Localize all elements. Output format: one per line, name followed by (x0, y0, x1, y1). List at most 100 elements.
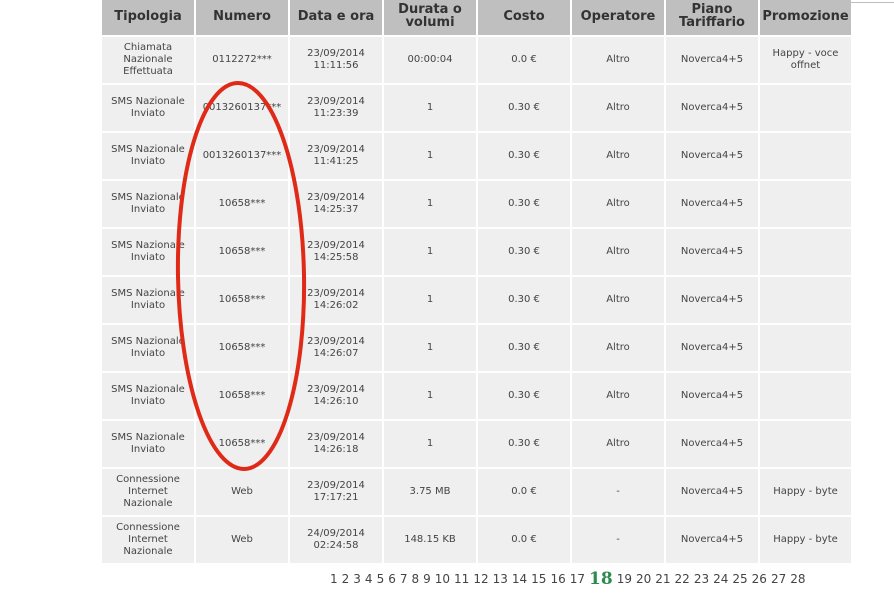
cell-operatore: Altro (572, 181, 664, 227)
cell-tipologia: Connessione Internet Nazionale (102, 469, 194, 515)
page-link[interactable]: 26 (752, 569, 767, 589)
cell-durata: 1 (384, 85, 476, 131)
page-link[interactable]: 16 (550, 569, 565, 589)
cell-promozione (760, 277, 851, 323)
page-link[interactable]: 28 (790, 569, 805, 589)
cell-piano: Noverca4+5 (666, 277, 758, 323)
cell-tipologia: SMS Nazionale Inviato (102, 133, 194, 179)
page-link[interactable]: 14 (512, 569, 527, 589)
cell-data-e-ora: 23/09/2014 14:25:37 (290, 181, 382, 227)
header-promozione: Promozione (760, 0, 851, 35)
cell-promozione (760, 421, 851, 467)
cell-tipologia: SMS Nazionale Inviato (102, 85, 194, 131)
cell-promozione (760, 325, 851, 371)
page-link[interactable]: 10 (435, 569, 450, 589)
page-link[interactable]: 25 (732, 569, 747, 589)
page-link[interactable]: 5 (377, 569, 385, 589)
cell-numero: Web (196, 469, 288, 515)
table-row: SMS Nazionale Inviato 10658*** 23/09/2014 … (102, 229, 851, 275)
cell-numero: 0013260137*** (196, 85, 288, 131)
page-link[interactable]: 2 (342, 569, 350, 589)
page-link[interactable]: 3 (353, 569, 361, 589)
cell-durata: 1 (384, 277, 476, 323)
cell-promozione: Happy - byte (760, 469, 851, 515)
cell-durata: 1 (384, 325, 476, 371)
cell-numero: 10658*** (196, 373, 288, 419)
page-link[interactable]: 13 (493, 569, 508, 589)
page-link[interactable]: 19 (617, 569, 632, 589)
cell-numero: 10658*** (196, 229, 288, 275)
cell-data-e-ora: 23/09/2014 14:26:18 (290, 421, 382, 467)
cell-durata: 1 (384, 133, 476, 179)
cell-numero: 0013260137*** (196, 133, 288, 179)
page-link[interactable]: 22 (675, 569, 690, 589)
table-header-row: Tipologia Numero Data e ora Durata o vol… (102, 0, 851, 35)
cell-durata: 148.15 KB (384, 517, 476, 563)
page-link[interactable]: 9 (423, 569, 431, 589)
cell-operatore: Altro (572, 277, 664, 323)
cell-tipologia: SMS Nazionale Inviato (102, 229, 194, 275)
cell-durata: 1 (384, 181, 476, 227)
page-link[interactable]: 23 (694, 569, 709, 589)
page-link[interactable]: 15 (531, 569, 546, 589)
cell-tipologia: SMS Nazionale Inviato (102, 181, 194, 227)
cell-data-e-ora: 23/09/2014 14:26:07 (290, 325, 382, 371)
cell-promozione: Happy - voce offnet (760, 37, 851, 83)
cell-piano: Noverca4+5 (666, 469, 758, 515)
table-row: SMS Nazionale Inviato 10658*** 23/09/2014 … (102, 421, 851, 467)
table-row: SMS Nazionale Inviato 10658*** 23/09/2014 … (102, 277, 851, 323)
cell-tipologia: SMS Nazionale Inviato (102, 373, 194, 419)
cell-costo: 0.30 € (478, 229, 570, 275)
header-numero: Numero (196, 0, 288, 35)
cell-tipologia: Connessione Internet Nazionale (102, 517, 194, 563)
cell-tipologia: Chiamata Nazionale Effettuata (102, 37, 194, 83)
header-durata-o-volumi: Durata o volumi (384, 0, 476, 35)
page-link[interactable]: 1 (330, 569, 338, 589)
cell-costo: 0.30 € (478, 325, 570, 371)
cell-tipologia: SMS Nazionale Inviato (102, 421, 194, 467)
cell-promozione (760, 373, 851, 419)
cell-operatore: Altro (572, 133, 664, 179)
cell-numero: 10658*** (196, 421, 288, 467)
header-tipologia: Tipologia (102, 0, 194, 35)
cell-numero: Web (196, 517, 288, 563)
cell-durata: 1 (384, 373, 476, 419)
page-link[interactable]: 6 (388, 569, 396, 589)
page-link[interactable]: 17 (570, 569, 585, 589)
cell-tipologia: SMS Nazionale Inviato (102, 277, 194, 323)
cell-costo: 0.0 € (478, 469, 570, 515)
page-link-current[interactable]: 18 (589, 569, 613, 589)
cell-operatore: Altro (572, 229, 664, 275)
page-link[interactable]: 4 (365, 569, 373, 589)
cell-durata: 00:00:04 (384, 37, 476, 83)
page-link[interactable]: 21 (655, 569, 670, 589)
cell-data-e-ora: 24/09/2014 02:24:58 (290, 517, 382, 563)
cell-costo: 0.30 € (478, 373, 570, 419)
page-link[interactable]: 20 (636, 569, 651, 589)
cell-numero: 10658*** (196, 277, 288, 323)
cell-numero: 0112272*** (196, 37, 288, 83)
page-link[interactable]: 12 (473, 569, 488, 589)
page-link[interactable]: 27 (771, 569, 786, 589)
page-link[interactable]: 8 (411, 569, 419, 589)
cell-costo: 0.0 € (478, 37, 570, 83)
cell-costo: 0.0 € (478, 517, 570, 563)
table-row: SMS Nazionale Inviato 10658*** 23/09/2014 … (102, 181, 851, 227)
cell-piano: Noverca4+5 (666, 133, 758, 179)
cell-promozione (760, 133, 851, 179)
cell-data-e-ora: 23/09/2014 11:41:25 (290, 133, 382, 179)
page-link[interactable]: 24 (713, 569, 728, 589)
header-operatore: Operatore (572, 0, 664, 35)
page-link[interactable]: 11 (454, 569, 469, 589)
cell-promozione (760, 181, 851, 227)
cell-operatore: - (572, 517, 664, 563)
cell-operatore: Altro (572, 373, 664, 419)
cell-piano: Noverca4+5 (666, 325, 758, 371)
cell-promozione: Happy - byte (760, 517, 851, 563)
cell-piano: Noverca4+5 (666, 421, 758, 467)
table-row: SMS Nazionale Inviato 0013260137*** 23/09/… (102, 85, 851, 131)
cell-piano: Noverca4+5 (666, 37, 758, 83)
cell-costo: 0.30 € (478, 421, 570, 467)
cell-costo: 0.30 € (478, 181, 570, 227)
page-link[interactable]: 7 (400, 569, 408, 589)
